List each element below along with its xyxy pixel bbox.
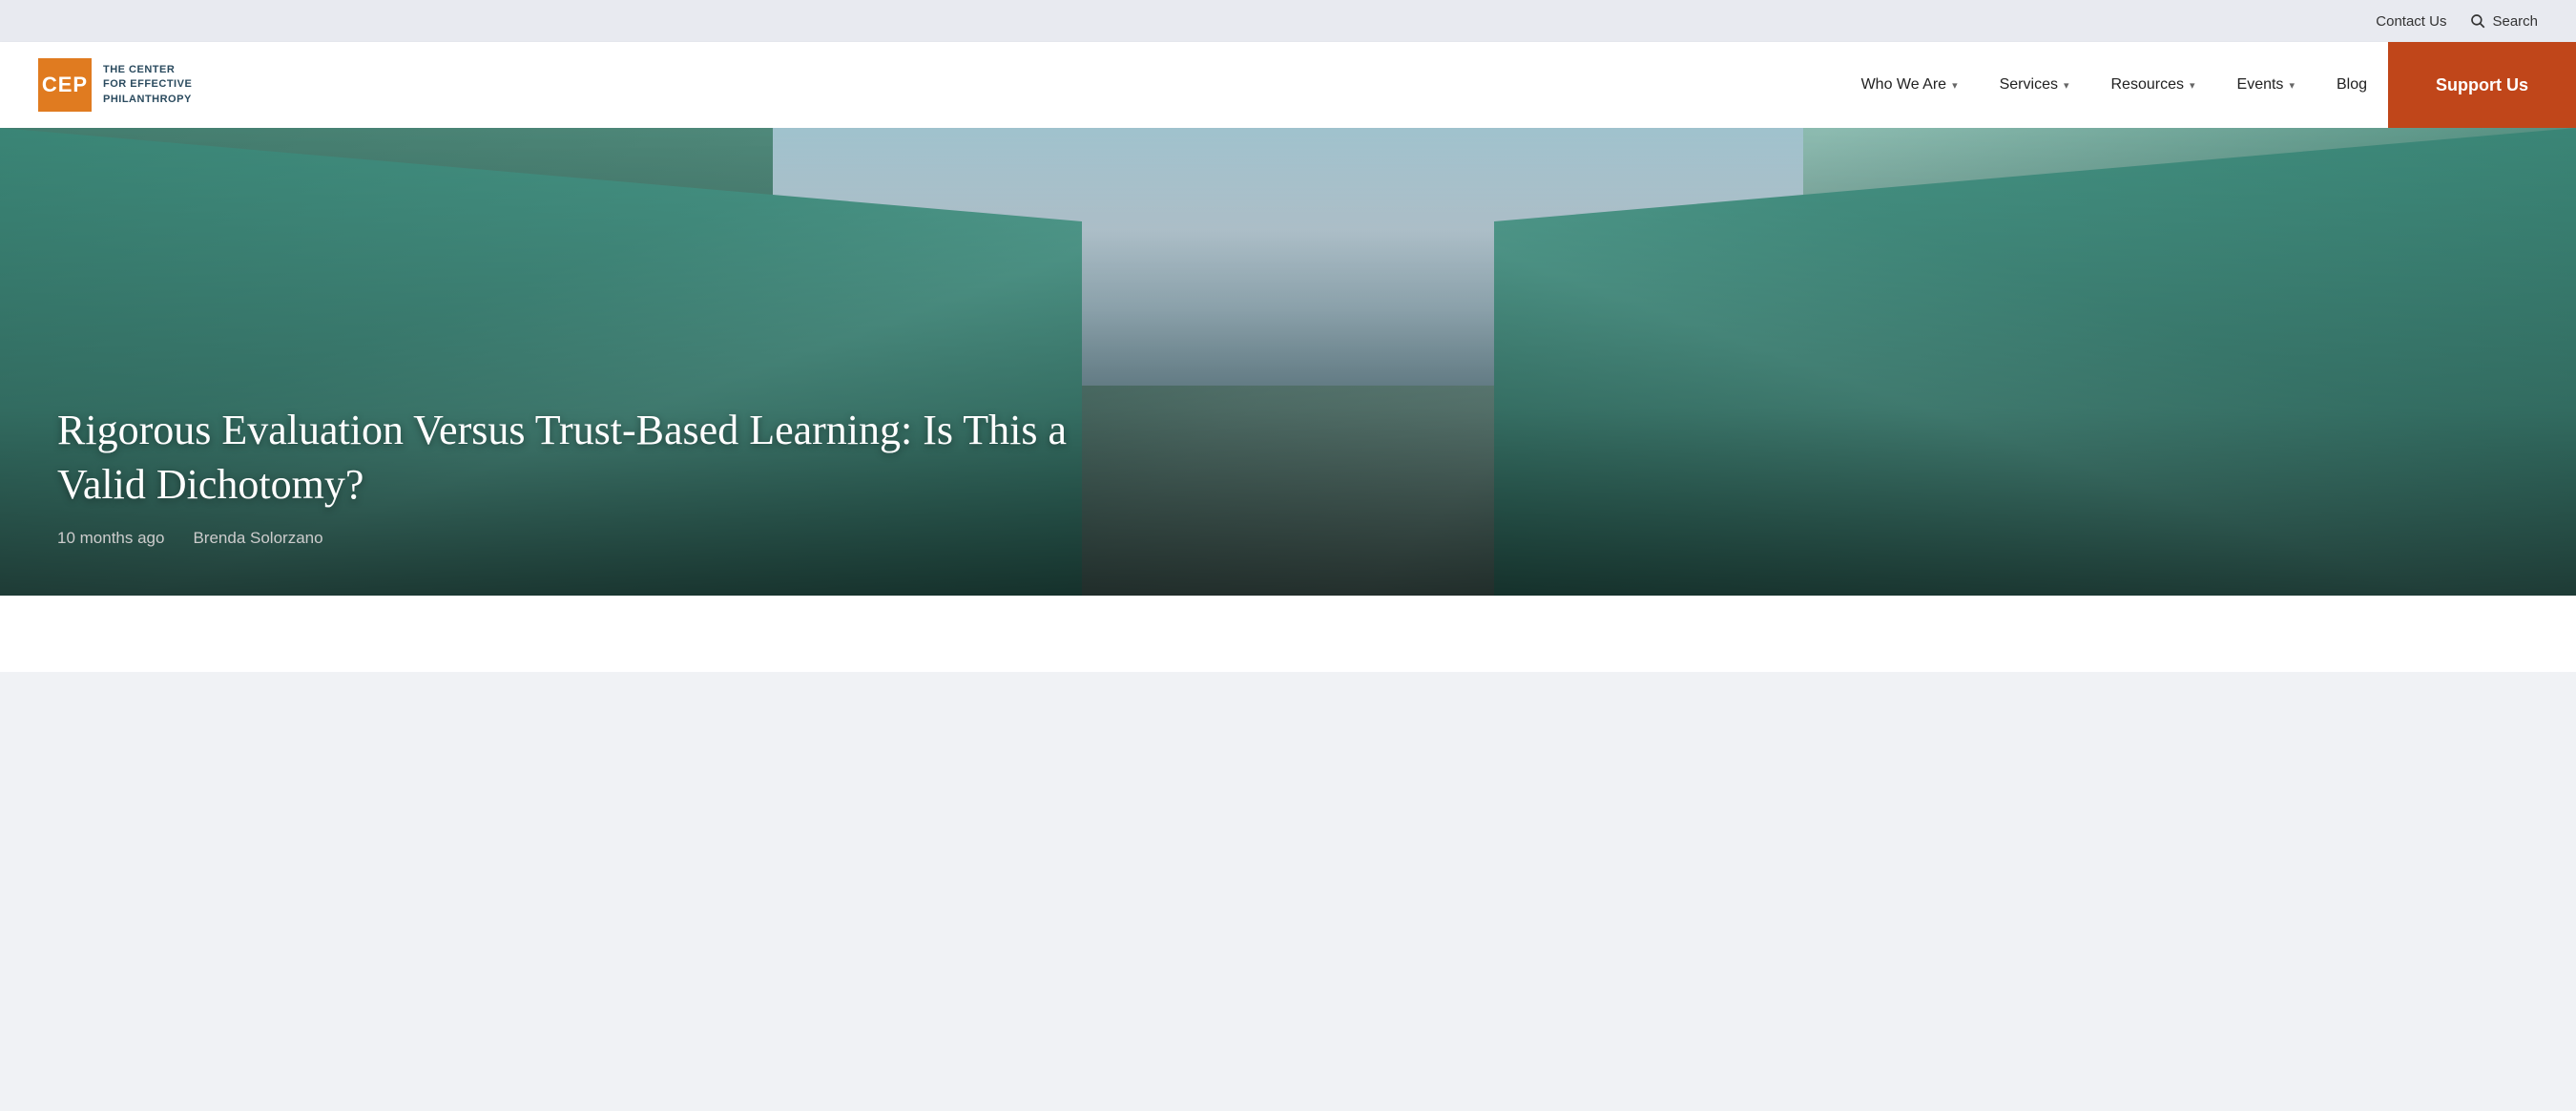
search-button[interactable]: Search <box>2469 12 2538 30</box>
nav-item-blog[interactable]: Blog <box>2316 42 2388 128</box>
nav-item-services[interactable]: Services ▾ <box>1979 42 2090 128</box>
logo-area[interactable]: CEP THE CENTER FOR EFFECTIVE PHILANTHROP… <box>38 58 192 112</box>
top-bar: Contact Us Search <box>0 0 2576 42</box>
logo-line2: FOR EFFECTIVE <box>103 77 192 92</box>
chevron-down-icon-services: ▾ <box>2064 79 2069 92</box>
nav-label-who-we-are: Who We Are <box>1861 76 1947 94</box>
logo-line3: PHILANTHROPY <box>103 93 192 107</box>
hero-author[interactable]: Brenda Solorzano <box>193 529 322 548</box>
nav-label-resources: Resources <box>2111 76 2184 94</box>
hero-time-ago: 10 months ago <box>57 529 164 548</box>
hero-title: Rigorous Evaluation Versus Trust-Based L… <box>57 403 1107 512</box>
bottom-space <box>0 596 2576 672</box>
search-label: Search <box>2492 13 2538 30</box>
nav-label-blog: Blog <box>2337 76 2367 94</box>
hero-meta: 10 months ago Brenda Solorzano <box>57 529 2519 548</box>
logo-tagline: THE CENTER FOR EFFECTIVE PHILANTHROPY <box>103 63 192 107</box>
logo-box: CEP <box>38 58 92 112</box>
nav-label-events: Events <box>2237 76 2284 94</box>
hero-content: Rigorous Evaluation Versus Trust-Based L… <box>0 403 2576 596</box>
header: CEP THE CENTER FOR EFFECTIVE PHILANTHROP… <box>0 42 2576 128</box>
chevron-down-icon-resources: ▾ <box>2190 79 2195 92</box>
nav-item-resources[interactable]: Resources ▾ <box>2090 42 2216 128</box>
nav-label-services: Services <box>2000 76 2058 94</box>
chevron-down-icon-who-we-are: ▾ <box>1952 79 1958 92</box>
nav-item-events[interactable]: Events ▾ <box>2216 42 2316 128</box>
search-icon <box>2469 12 2486 30</box>
main-nav: Who We Are ▾ Services ▾ Resources ▾ Even… <box>1840 42 2576 128</box>
contact-us-link[interactable]: Contact Us <box>2376 13 2446 30</box>
chevron-down-icon-events: ▾ <box>2289 79 2295 92</box>
support-us-button[interactable]: Support Us <box>2388 42 2576 128</box>
nav-item-who-we-are[interactable]: Who We Are ▾ <box>1840 42 1979 128</box>
logo-cep-text: CEP <box>42 73 88 97</box>
hero-section: Rigorous Evaluation Versus Trust-Based L… <box>0 128 2576 596</box>
logo-line1: THE CENTER <box>103 63 192 77</box>
